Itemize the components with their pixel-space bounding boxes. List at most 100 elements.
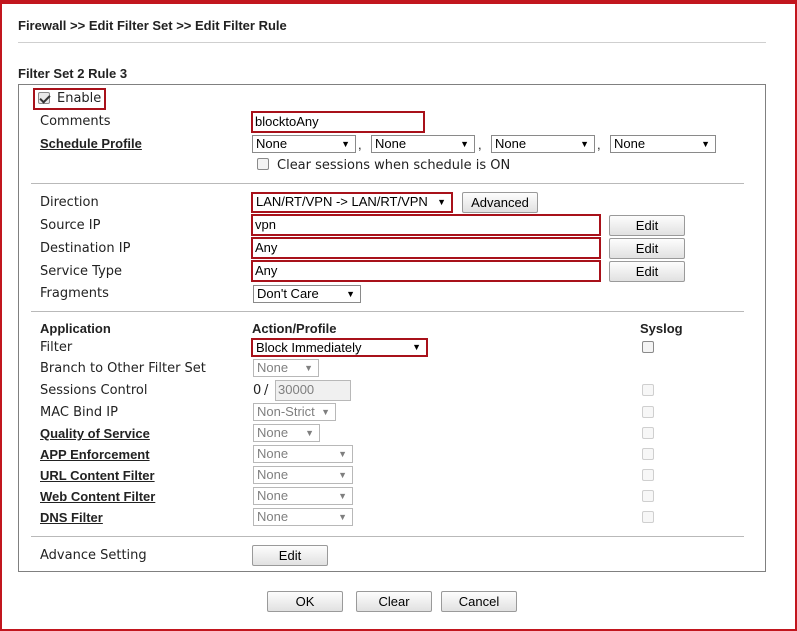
dns-filter-link[interactable]: DNS Filter — [40, 510, 103, 525]
comments-input[interactable]: blocktoAny — [251, 111, 425, 133]
destination-ip-edit-button[interactable]: Edit — [609, 238, 685, 259]
fragments-label: Fragments — [40, 286, 109, 301]
filter-action-select[interactable]: Block Immediately ▼ — [251, 338, 428, 357]
section-title: Filter Set 2 Rule 3 — [18, 66, 128, 81]
schedule-profile-2-select[interactable]: None ▼ — [371, 135, 475, 153]
breadcrumb: Firewall >> Edit Filter Set >> Edit Filt… — [18, 18, 287, 33]
chevron-down-icon: ▼ — [341, 139, 350, 149]
url-content-filter-select[interactable]: None ▼ — [253, 466, 353, 484]
action-profile-header: Action/Profile — [252, 321, 337, 336]
destination-ip-input[interactable]: Any — [251, 237, 601, 259]
clear-sessions-label: Clear sessions when schedule is ON — [277, 158, 511, 173]
source-ip-input[interactable]: vpn — [251, 214, 601, 236]
qos-link[interactable]: Quality of Service — [40, 426, 150, 441]
section-divider — [31, 536, 744, 537]
direction-label: Direction — [40, 195, 99, 210]
window-frame-top — [0, 0, 797, 4]
direction-select[interactable]: LAN/RT/VPN -> LAN/RT/VPN ▼ — [251, 192, 453, 213]
source-ip-edit-button[interactable]: Edit — [609, 215, 685, 236]
schedule-profile-1-select[interactable]: None ▼ — [252, 135, 356, 153]
schedule-profile-2-value: None — [375, 136, 407, 151]
url-filter-syslog-checkbox[interactable] — [642, 469, 654, 481]
syslog-header: Syslog — [640, 321, 683, 336]
schedule-separator: , — [358, 137, 362, 152]
web-content-filter-select[interactable]: None ▼ — [253, 487, 353, 505]
sessions-max-input[interactable]: 30000 — [275, 380, 351, 401]
schedule-profile-4-select[interactable]: None ▼ — [610, 135, 716, 153]
advanced-button[interactable]: Advanced — [462, 192, 538, 213]
chevron-down-icon: ▼ — [701, 139, 710, 149]
schedule-profile-3-select[interactable]: None ▼ — [491, 135, 595, 153]
window-frame-left — [0, 0, 2, 631]
qos-syslog-checkbox[interactable] — [642, 427, 654, 439]
web-content-filter-link[interactable]: Web Content Filter — [40, 489, 155, 504]
schedule-separator: , — [478, 137, 482, 152]
fragments-select[interactable]: Don't Care ▼ — [253, 285, 361, 303]
url-content-filter-link[interactable]: URL Content Filter — [40, 468, 155, 483]
source-ip-label: Source IP — [40, 218, 101, 233]
schedule-profile-1-value: None — [256, 136, 288, 151]
direction-value: LAN/RT/VPN -> LAN/RT/VPN — [256, 194, 428, 209]
schedule-profile-3-value: None — [495, 136, 527, 151]
mac-bind-value: Non-Strict — [257, 404, 315, 419]
qos-value: None — [257, 425, 289, 440]
chevron-down-icon: ▼ — [460, 139, 469, 149]
app-enforcement-select[interactable]: None ▼ — [253, 445, 353, 463]
chevron-down-icon: ▼ — [338, 449, 347, 459]
web-filter-syslog-checkbox[interactable] — [642, 490, 654, 502]
filter-action-value: Block Immediately — [256, 340, 362, 355]
chevron-down-icon: ▼ — [412, 342, 421, 352]
filter-label: Filter — [40, 340, 73, 355]
chevron-down-icon: ▼ — [437, 197, 446, 207]
sessions-control-label: Sessions Control — [40, 383, 148, 398]
chevron-down-icon: ▼ — [338, 491, 347, 501]
enable-checkbox[interactable] — [38, 92, 50, 104]
chevron-down-icon: ▼ — [338, 470, 347, 480]
application-header: Application — [40, 321, 111, 336]
sessions-separator: / — [264, 383, 269, 398]
schedule-profile-4-value: None — [614, 136, 646, 151]
chevron-down-icon: ▼ — [321, 407, 330, 417]
url-content-filter-value: None — [257, 467, 289, 482]
advance-setting-edit-button[interactable]: Edit — [252, 545, 328, 566]
enable-label: Enable — [57, 91, 102, 106]
cancel-button[interactable]: Cancel — [441, 591, 517, 612]
branch-select[interactable]: None ▼ — [253, 359, 319, 377]
app-enforcement-syslog-checkbox[interactable] — [642, 448, 654, 460]
dns-filter-select[interactable]: None ▼ — [253, 508, 353, 526]
branch-value: None — [257, 360, 289, 375]
chevron-down-icon: ▼ — [346, 289, 355, 299]
clear-button[interactable]: Clear — [356, 591, 432, 612]
destination-ip-label: Destination IP — [40, 241, 131, 256]
ok-button[interactable]: OK — [267, 591, 343, 612]
chevron-down-icon: ▼ — [304, 363, 313, 373]
web-content-filter-value: None — [257, 488, 289, 503]
mac-bind-select[interactable]: Non-Strict ▼ — [253, 403, 336, 421]
mac-bind-syslog-checkbox[interactable] — [642, 406, 654, 418]
advance-setting-label: Advance Setting — [40, 548, 147, 563]
clear-sessions-checkbox[interactable] — [257, 158, 269, 170]
qos-select[interactable]: None ▼ — [253, 424, 320, 442]
comments-label: Comments — [40, 114, 111, 129]
chevron-down-icon: ▼ — [305, 428, 314, 438]
sessions-syslog-checkbox[interactable] — [642, 384, 654, 396]
dns-filter-syslog-checkbox[interactable] — [642, 511, 654, 523]
section-divider — [31, 183, 744, 184]
service-type-input[interactable]: Any — [251, 260, 601, 282]
app-enforcement-link[interactable]: APP Enforcement — [40, 447, 150, 462]
branch-label: Branch to Other Filter Set — [40, 361, 206, 376]
fragments-value: Don't Care — [257, 286, 319, 301]
chevron-down-icon: ▼ — [580, 139, 589, 149]
schedule-separator: , — [597, 137, 601, 152]
filter-syslog-checkbox[interactable] — [642, 341, 654, 353]
section-divider — [31, 311, 744, 312]
service-type-label: Service Type — [40, 264, 123, 279]
app-enforcement-value: None — [257, 446, 289, 461]
sessions-current-value: 0 — [253, 383, 262, 398]
header-divider — [18, 42, 766, 43]
service-type-edit-button[interactable]: Edit — [609, 261, 685, 282]
schedule-profile-link[interactable]: Schedule Profile — [40, 136, 142, 151]
chevron-down-icon: ▼ — [338, 512, 347, 522]
dns-filter-value: None — [257, 509, 289, 524]
mac-bind-label: MAC Bind IP — [40, 405, 118, 420]
